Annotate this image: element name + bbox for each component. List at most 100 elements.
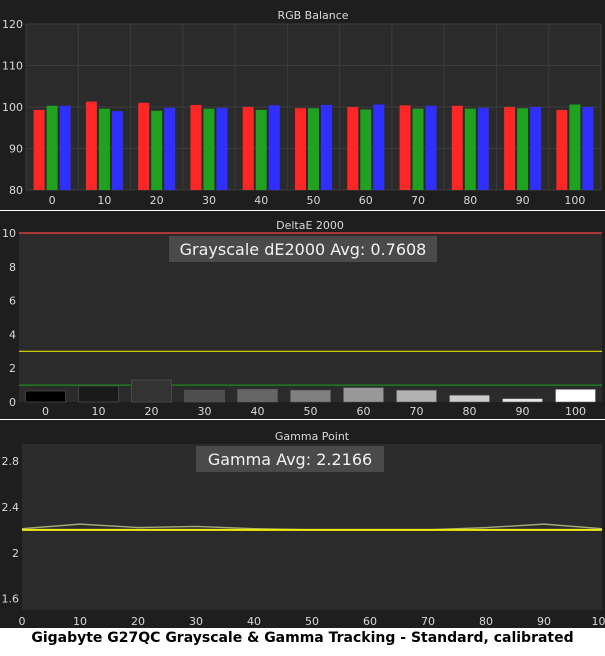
gamma-x-tick-label: 100 xyxy=(592,615,605,628)
gamma-x-tick-label: 20 xyxy=(131,615,145,628)
deltae-x-tick-label: 50 xyxy=(304,405,318,418)
deltae-bar xyxy=(291,390,331,402)
rgb-balance-bar-green xyxy=(256,110,267,190)
rgb-balance-bar-green xyxy=(360,109,371,190)
rgb-balance-bar-blue xyxy=(216,108,227,190)
deltae-annotation: Grayscale dE2000 Avg: 0.7608 xyxy=(169,236,437,262)
rgb-balance-bar-red xyxy=(504,107,515,190)
rgb-balance-bar-blue xyxy=(112,111,123,190)
rgb-balance-bar-red xyxy=(452,106,463,190)
deltae-x-tick-label: 0 xyxy=(42,405,49,418)
rgb-balance-y-tick-label: 100 xyxy=(2,101,23,114)
rgb-balance-bar-blue xyxy=(530,107,541,190)
chart-figure: RGB Balance 8090100110120 01020304050607… xyxy=(0,0,605,652)
rgb-balance-bar-blue xyxy=(373,105,384,190)
deltae-x-tick-label: 60 xyxy=(357,405,371,418)
gamma-y-tick-label: 2.4 xyxy=(2,501,20,514)
rgb-balance-bar-red xyxy=(243,107,254,190)
deltae-average-label: Grayscale dE2000 Avg: 0.7608 xyxy=(180,240,427,259)
rgb-balance-y-tick-label: 110 xyxy=(2,60,23,73)
rgb-balance-bar-green xyxy=(517,108,528,190)
gamma-y-tick-label: 2.8 xyxy=(2,455,20,468)
gamma-x-tick-label: 80 xyxy=(479,615,493,628)
rgb-balance-bar-blue xyxy=(582,107,593,190)
gamma-x-tick-label: 10 xyxy=(73,615,87,628)
deltae-bar xyxy=(556,389,596,402)
deltae-x-tick-label: 10 xyxy=(92,405,106,418)
rgb-balance-bar-blue xyxy=(60,106,71,190)
rgb-balance-bar-green xyxy=(203,109,214,190)
rgb-balance-x-tick-label: 30 xyxy=(202,194,216,207)
deltae-bar xyxy=(397,390,437,402)
rgb-balance-bar-green xyxy=(308,108,319,190)
rgb-balance-bar-blue xyxy=(321,105,332,190)
rgb-balance-bar-red xyxy=(86,102,97,190)
gamma-y-tick-label: 2 xyxy=(12,547,19,560)
rgb-balance-y-tick-label: 80 xyxy=(9,184,23,197)
rgb-balance-title: RGB Balance xyxy=(277,9,348,22)
rgb-balance-bar-red xyxy=(190,105,201,190)
rgb-balance-x-tick-label: 50 xyxy=(307,194,321,207)
rgb-balance-x-tick-label: 60 xyxy=(359,194,373,207)
gamma-panel: Gamma Point 1.6 2 2.4 2.8 0 10 20 30 40 50 60 70 80… xyxy=(0,420,605,628)
deltae-title: DeltaE 2000 xyxy=(276,219,344,232)
deltae-x-tick-label: 30 xyxy=(198,405,212,418)
deltae-x-tick-label: 20 xyxy=(145,405,159,418)
deltae-panel: DeltaE 2000 0246810 01020304050607080901… xyxy=(0,211,605,419)
gamma-x-tick-label: 60 xyxy=(363,615,377,628)
rgb-balance-bar-red xyxy=(556,110,567,190)
deltae-bar xyxy=(503,399,543,402)
rgb-balance-y-tick-label: 90 xyxy=(9,143,23,156)
gamma-x-tick-label: 70 xyxy=(421,615,435,628)
gamma-y-tick-label: 1.6 xyxy=(2,593,20,606)
deltae-y-tick-label: 10 xyxy=(2,227,16,240)
rgb-balance-bar-green xyxy=(413,109,424,190)
rgb-balance-bar-red xyxy=(138,103,149,190)
deltae-bar xyxy=(344,388,384,402)
rgb-balance-panel: RGB Balance 8090100110120 01020304050607… xyxy=(0,0,605,210)
figure-caption: Gigabyte G27QC Grayscale & Gamma Trackin… xyxy=(0,630,605,646)
rgb-balance-bar-blue xyxy=(426,106,437,190)
rgb-balance-bar-red xyxy=(400,105,411,190)
deltae-y-tick-label: 2 xyxy=(9,362,16,375)
rgb-balance-x-tick-label: 0 xyxy=(49,194,56,207)
deltae-y-tick-label: 4 xyxy=(9,328,16,341)
rgb-balance-bar-green xyxy=(99,109,110,190)
gamma-x-tick-label: 90 xyxy=(537,615,551,628)
rgb-balance-bar-green xyxy=(465,109,476,190)
rgb-balance-bars xyxy=(34,102,594,190)
rgb-balance-x-tick-label: 100 xyxy=(564,194,585,207)
deltae-y-tick-label: 6 xyxy=(9,295,16,308)
rgb-balance-bar-red xyxy=(347,107,358,190)
rgb-balance-bar-blue xyxy=(478,108,489,190)
deltae-x-tick-label: 80 xyxy=(463,405,477,418)
gamma-average-label: Gamma Avg: 2.2166 xyxy=(208,450,372,469)
charts-svg: RGB Balance 8090100110120 01020304050607… xyxy=(0,0,605,652)
deltae-bar xyxy=(185,390,225,402)
rgb-balance-bar-blue xyxy=(164,108,175,190)
gamma-x-tick-label: 0 xyxy=(19,615,26,628)
deltae-x-tick-label: 40 xyxy=(251,405,265,418)
deltae-x-tick-label: 90 xyxy=(516,405,530,418)
gamma-x-tick-label: 30 xyxy=(189,615,203,628)
rgb-balance-bar-red xyxy=(295,108,306,190)
rgb-balance-y-tick-label: 120 xyxy=(2,18,23,31)
rgb-balance-x-tick-label: 70 xyxy=(411,194,425,207)
rgb-balance-bar-blue xyxy=(269,105,280,190)
deltae-bar xyxy=(238,389,278,402)
gamma-x-tick-label: 40 xyxy=(247,615,261,628)
rgb-balance-bar-red xyxy=(34,110,45,190)
rgb-balance-x-tick-label: 90 xyxy=(516,194,530,207)
gamma-x-tick-label: 50 xyxy=(305,615,319,628)
deltae-bar xyxy=(79,386,119,402)
deltae-x-tick-label: 100 xyxy=(565,405,586,418)
gamma-title: Gamma Point xyxy=(275,430,350,443)
deltae-y-tick-label: 0 xyxy=(9,396,16,409)
deltae-y-tick-label: 8 xyxy=(9,261,16,274)
rgb-balance-x-tick-label: 10 xyxy=(97,194,111,207)
rgb-balance-bar-green xyxy=(47,106,58,190)
deltae-bar xyxy=(132,380,172,402)
rgb-balance-x-tick-label: 80 xyxy=(463,194,477,207)
deltae-bar xyxy=(26,391,66,402)
rgb-balance-x-tick-label: 20 xyxy=(150,194,164,207)
